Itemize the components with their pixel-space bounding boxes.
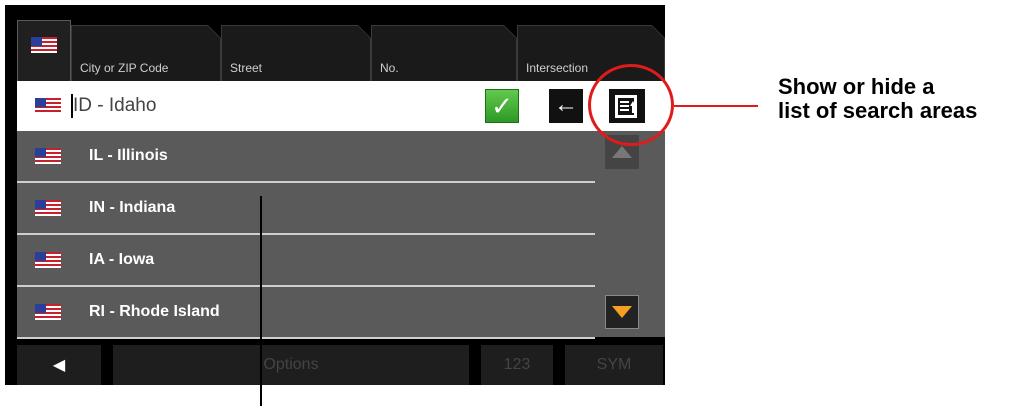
list-item-label: IN - Indiana — [89, 199, 176, 216]
search-input-value[interactable]: ID - Idaho — [73, 95, 156, 117]
check-icon: ✓ — [491, 91, 513, 121]
tab-label: City or ZIP Code — [80, 61, 169, 75]
us-flag-icon — [35, 200, 61, 216]
list-item-label: RI - Rhode Island — [89, 303, 220, 320]
us-flag-icon — [35, 148, 61, 164]
options-label: Options — [263, 356, 319, 373]
back-button[interactable]: ◀ — [17, 345, 101, 385]
navigation-screen: City or ZIP Code Street No. Intersection… — [5, 5, 665, 385]
list-item-label: IL - Illinois — [89, 147, 168, 164]
list-item[interactable]: RI - Rhode Island — [17, 287, 595, 339]
search-input-bar[interactable]: ID - Idaho ✓ ← — [17, 81, 665, 131]
list-item[interactable]: IA - Iowa — [17, 235, 595, 287]
tab-street[interactable]: Street — [221, 25, 371, 81]
list-item-label: IA - Iowa — [89, 251, 155, 268]
arrow-left-icon: ← — [554, 91, 578, 118]
list-item[interactable]: IL - Illinois — [17, 131, 595, 183]
tab-label: No. — [380, 61, 399, 75]
us-flag-icon — [35, 252, 61, 268]
list-scrollbar[interactable] — [595, 131, 665, 337]
highlight-circle — [588, 64, 674, 146]
numeric-keyboard-button[interactable]: 123 — [481, 345, 553, 385]
triangle-left-icon: ◀ — [52, 357, 66, 374]
numeric-label: 123 — [503, 356, 531, 373]
triangle-up-icon — [612, 146, 632, 158]
tab-number[interactable]: No. — [371, 25, 517, 81]
annotation-pointer-line — [260, 196, 262, 406]
us-flag-icon — [35, 304, 61, 320]
bottom-bar: ◀ Options 123 SYM — [17, 345, 665, 385]
scroll-down-button[interactable] — [605, 295, 639, 329]
annotation-line-2: list of search areas — [778, 98, 978, 123]
tab-label: Street — [230, 61, 263, 75]
annotation-callout-line — [674, 105, 758, 107]
search-area-list: IL - Illinois IN - Indiana IA - Iowa RI … — [17, 131, 595, 339]
triangle-down-icon — [612, 306, 632, 318]
us-flag-icon — [35, 98, 61, 114]
annotation-text: Show or hide a list of search areas — [778, 75, 977, 123]
tab-label: Intersection — [526, 61, 589, 75]
confirm-button[interactable]: ✓ — [485, 89, 519, 123]
backspace-button[interactable]: ← — [549, 89, 583, 123]
us-flag-icon — [31, 37, 57, 53]
list-item[interactable]: IN - Indiana — [17, 183, 595, 235]
options-button[interactable]: Options — [113, 345, 469, 385]
tab-country[interactable] — [17, 20, 71, 81]
symbol-label: SYM — [596, 356, 632, 373]
tab-city-zip[interactable]: City or ZIP Code — [71, 25, 221, 81]
annotation-line-1: Show or hide a — [778, 74, 935, 99]
symbol-keyboard-button[interactable]: SYM — [565, 345, 663, 385]
